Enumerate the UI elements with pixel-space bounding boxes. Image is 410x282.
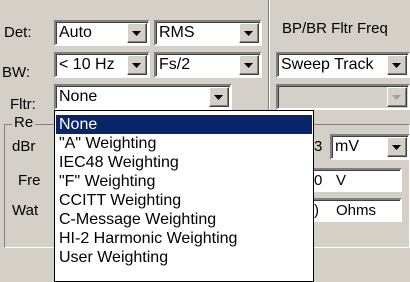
dbr-prefix: 3: [314, 138, 323, 155]
filter-value: None: [59, 88, 98, 105]
bandwidth-high-value: Fs/2: [159, 56, 191, 73]
chevron-down-icon[interactable]: [209, 87, 229, 107]
bandwidth-high-select[interactable]: Fs/2: [154, 52, 262, 78]
filter-option-none[interactable]: None: [56, 115, 312, 134]
bp-br-header: BP/BR Fltr Freq: [282, 20, 388, 37]
bandwidth-low-select[interactable]: < 10 Hz: [54, 52, 150, 78]
filter-option-hi2-harmonic-weighting[interactable]: HI-2 Harmonic Weighting: [56, 229, 312, 248]
bp-br-mode-value: Sweep Track: [281, 56, 374, 73]
bp-br-mode-select[interactable]: Sweep Track: [276, 52, 410, 78]
chevron-down-icon[interactable]: [387, 55, 407, 75]
detector-mode-select[interactable]: Auto: [54, 20, 150, 46]
chevron-down-icon[interactable]: [387, 87, 407, 107]
reference-group-label: Re: [12, 114, 36, 132]
watts-prefix: ): [314, 202, 319, 219]
chevron-down-icon[interactable]: [127, 55, 147, 75]
detector-type-value: RMS: [159, 24, 195, 41]
freq-label: Fre: [18, 172, 41, 189]
detector-mode-value: Auto: [59, 24, 92, 41]
column-divider: [268, 0, 270, 120]
detector-type-select[interactable]: RMS: [154, 20, 262, 46]
chevron-down-icon[interactable]: [239, 55, 259, 75]
filter-option-user-weighting[interactable]: User Weighting: [56, 248, 312, 267]
filter-option-ccitt-weighting[interactable]: CCITT Weighting: [56, 191, 312, 210]
bandwidth-low-value: < 10 Hz: [59, 56, 115, 73]
freq-unit: V: [336, 172, 347, 189]
freq-prefix: 0: [314, 172, 323, 189]
chevron-down-icon[interactable]: [127, 23, 147, 43]
bandwidth-label: BW:: [2, 64, 31, 81]
chevron-down-icon[interactable]: [387, 137, 407, 157]
filter-select[interactable]: None: [54, 84, 232, 110]
dbr-label: dBr: [12, 138, 36, 155]
filter-option-f-weighting[interactable]: "F" Weighting: [56, 172, 312, 191]
filter-option-c-message-weighting[interactable]: C-Message Weighting: [56, 210, 312, 229]
dbr-unit-select[interactable]: mV: [330, 134, 410, 160]
filter-option-a-weighting[interactable]: "A" Weighting: [56, 134, 312, 153]
filter-label: Fltr:: [10, 96, 36, 113]
filter-option-iec48-weighting[interactable]: IEC48 Weighting: [56, 153, 312, 172]
detector-label: Det:: [4, 24, 32, 41]
watts-unit: Ohms: [336, 202, 377, 219]
filter-dropdown-list[interactable]: None "A" Weighting IEC48 Weighting "F" W…: [54, 110, 314, 282]
dbr-unit-value: mV: [335, 138, 359, 155]
watts-label: Wat: [12, 202, 39, 219]
chevron-down-icon[interactable]: [239, 23, 259, 43]
bp-br-freq-select[interactable]: [276, 84, 410, 110]
